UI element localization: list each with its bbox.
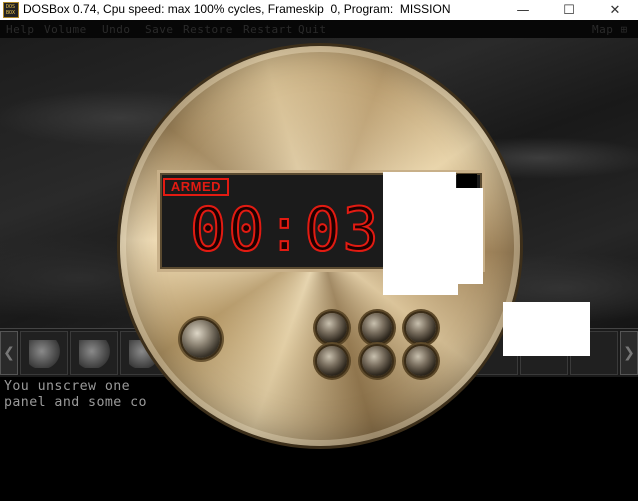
device-main-button[interactable] bbox=[182, 320, 220, 358]
menu-quit[interactable]: Quit bbox=[298, 23, 327, 36]
app-icon-text-bottom: BOX bbox=[6, 10, 16, 16]
inventory-slot[interactable] bbox=[20, 331, 68, 375]
window-title: DOSBox 0.74, Cpu speed: max 100% cycles,… bbox=[23, 2, 451, 16]
minimize-button[interactable]: — bbox=[500, 0, 546, 20]
inventory-item-icon bbox=[29, 340, 61, 368]
inventory-item-icon bbox=[79, 340, 111, 368]
menu-save[interactable]: Save bbox=[145, 23, 174, 36]
game-menu-bar: Help Volume Undo Save Restore Restart Qu… bbox=[0, 20, 638, 38]
keypad-button[interactable] bbox=[406, 313, 436, 343]
window-titlebar: DOS BOX DOSBox 0.74, Cpu speed: max 100%… bbox=[0, 0, 638, 20]
keypad-button[interactable] bbox=[362, 346, 392, 376]
inventory-left-arrow[interactable]: ❮ bbox=[0, 331, 18, 375]
dosbox-app-icon[interactable]: DOS BOX bbox=[3, 2, 19, 18]
inventory-right-arrow[interactable]: ❯ bbox=[620, 331, 638, 375]
menu-help[interactable]: Help bbox=[6, 23, 35, 36]
menu-restore[interactable]: Restore bbox=[183, 23, 233, 36]
keypad-button[interactable] bbox=[362, 313, 392, 343]
keypad-button[interactable] bbox=[406, 346, 436, 376]
redacted-region bbox=[383, 188, 483, 284]
keypad-button[interactable] bbox=[317, 313, 347, 343]
menu-restart[interactable]: Restart bbox=[243, 23, 293, 36]
close-button[interactable]: ✕ bbox=[592, 0, 638, 20]
inventory-slot[interactable] bbox=[70, 331, 118, 375]
menu-undo[interactable]: Undo bbox=[102, 23, 131, 36]
panel-indicator bbox=[457, 174, 477, 188]
redacted-region bbox=[503, 302, 590, 356]
narration-line-2: panel and some co bbox=[4, 395, 147, 410]
menu-volume[interactable]: Volume bbox=[44, 23, 87, 36]
maximize-button[interactable]: ☐ bbox=[546, 0, 592, 20]
menu-map[interactable]: Map ⊞ bbox=[592, 23, 628, 36]
redacted-region bbox=[383, 172, 456, 188]
armed-indicator: ARMED bbox=[163, 178, 229, 196]
keypad-button[interactable] bbox=[317, 346, 347, 376]
redacted-region bbox=[383, 284, 458, 295]
